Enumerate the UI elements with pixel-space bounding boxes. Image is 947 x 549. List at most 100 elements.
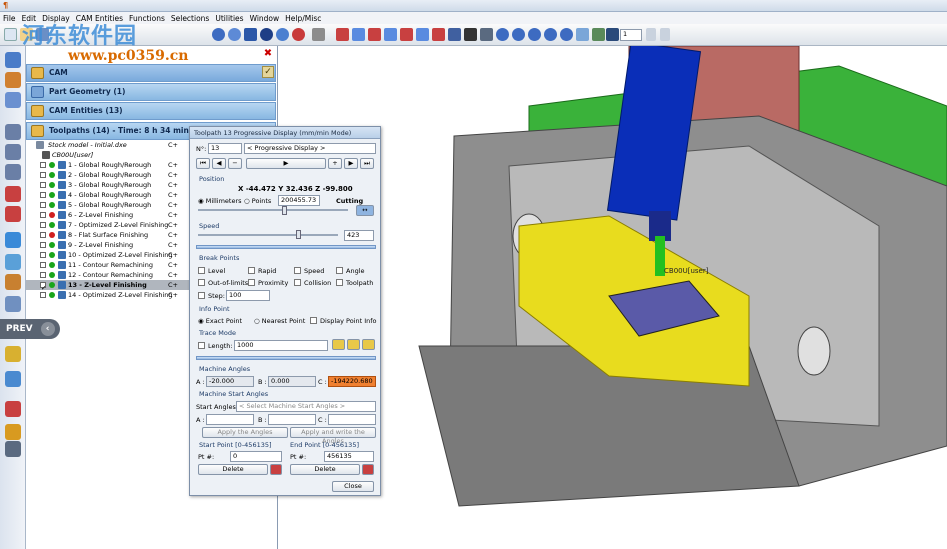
spin-down-button[interactable] — [646, 28, 656, 41]
start-pick-icon[interactable] — [270, 464, 282, 475]
visibility-checkbox[interactable] — [40, 212, 46, 218]
zoom-icon[interactable] — [496, 28, 509, 41]
menu-utilities[interactable]: Utilities — [215, 14, 243, 23]
position-slider-track[interactable] — [198, 209, 348, 211]
toolpath-icon-6[interactable] — [416, 28, 429, 41]
counter-field[interactable]: 1 — [620, 29, 642, 41]
prev-button[interactable]: PREV ‹ — [0, 319, 60, 339]
tool-report-icon[interactable] — [5, 371, 21, 387]
spin-up-button[interactable] — [660, 28, 670, 41]
view-front-icon[interactable] — [244, 28, 257, 41]
tool-simulate-icon[interactable] — [5, 232, 21, 248]
toolpath-icon-2[interactable] — [352, 28, 365, 41]
break-point-checkbox[interactable] — [336, 279, 343, 286]
cam-entities-header[interactable]: CAM Entities (13) — [26, 102, 276, 120]
trace-icon-3[interactable] — [362, 339, 375, 350]
exact-point-radio[interactable]: ◉ Exact Point — [198, 317, 242, 325]
new-file-icon[interactable] — [4, 28, 17, 41]
tool-stock-icon[interactable] — [5, 124, 21, 140]
visibility-checkbox[interactable] — [40, 202, 46, 208]
visibility-checkbox[interactable] — [40, 192, 46, 198]
trace-icon-1[interactable] — [332, 339, 345, 350]
toolpath-icon-8[interactable] — [448, 28, 461, 41]
pan-icon[interactable] — [528, 28, 541, 41]
visibility-checkbox[interactable] — [40, 182, 46, 188]
visibility-checkbox[interactable] — [40, 172, 46, 178]
toolpath-icon-3[interactable] — [368, 28, 381, 41]
tool-entities-icon[interactable] — [5, 72, 21, 88]
play-button[interactable]: ▶ — [246, 158, 326, 169]
visibility-checkbox[interactable] — [40, 292, 46, 298]
menu-window[interactable]: Window — [250, 14, 280, 23]
step-forward-icon[interactable]: ▶ — [344, 158, 358, 169]
toolpath-icon-7[interactable] — [432, 28, 445, 41]
position-slider-thumb[interactable] — [282, 206, 287, 215]
tool-rotate-icon[interactable] — [5, 401, 21, 417]
break-point-checkbox[interactable] — [198, 279, 205, 286]
break-point-checkbox[interactable] — [248, 279, 255, 286]
points-field[interactable]: 200455.73 — [278, 195, 320, 206]
delete-end-button[interactable]: Delete — [290, 464, 360, 475]
apply-angles-button[interactable]: Apply the Angles — [202, 427, 288, 438]
length-checkbox[interactable] — [198, 342, 205, 349]
close-button[interactable]: Close — [332, 481, 374, 492]
fit-icon[interactable] — [560, 28, 573, 41]
tool-help-icon[interactable] — [5, 424, 21, 440]
points-radio[interactable]: ○ Points — [244, 197, 271, 205]
visibility-checkbox[interactable] — [40, 242, 46, 248]
last-icon[interactable]: ⏭ — [360, 158, 374, 169]
menu-file[interactable]: File — [3, 14, 16, 23]
break-point-checkbox[interactable] — [294, 267, 301, 274]
start-pt-field[interactable]: 0 — [230, 451, 282, 462]
speed-slider-track[interactable] — [198, 234, 338, 236]
apply-write-angles-button[interactable]: Apply and write the Angles — [290, 427, 376, 445]
confirm-check-icon[interactable]: ✓ — [262, 66, 274, 78]
speed-field[interactable]: 423 — [344, 230, 374, 241]
trace-icon-2[interactable] — [347, 339, 360, 350]
toolpath-icon-4[interactable] — [384, 28, 397, 41]
toolpath-icon-1[interactable] — [336, 28, 349, 41]
layers-icon[interactable] — [312, 28, 325, 41]
menu-selections[interactable]: Selections — [171, 14, 209, 23]
break-point-checkbox[interactable] — [336, 267, 343, 274]
tool-drill-icon[interactable] — [5, 206, 21, 222]
end-pt-field[interactable]: 456135 — [324, 451, 374, 462]
tool-settings-icon[interactable] — [5, 346, 21, 362]
display-info-checkbox[interactable] — [310, 317, 317, 324]
start-angles-select[interactable]: < Select Machine Start Angles > — [236, 401, 376, 412]
visibility-checkbox[interactable] — [40, 222, 46, 228]
a2-field[interactable] — [206, 414, 254, 425]
tool-print-icon[interactable] — [5, 441, 21, 457]
step-back-icon[interactable]: ◀ — [212, 158, 226, 169]
c2-field[interactable] — [328, 414, 376, 425]
break-point-checkbox[interactable] — [248, 267, 255, 274]
calc-icon[interactable] — [606, 28, 619, 41]
rotate-icon[interactable] — [544, 28, 557, 41]
visibility-checkbox[interactable] — [40, 252, 46, 258]
render-icon[interactable] — [292, 28, 305, 41]
delete-start-button[interactable]: Delete — [198, 464, 268, 475]
tool-geometry-icon[interactable] — [5, 92, 21, 108]
speed-slider-thumb[interactable] — [296, 230, 301, 239]
tool-finish-icon[interactable] — [5, 164, 21, 180]
first-icon[interactable]: ⏮ — [196, 158, 210, 169]
part-geometry-header[interactable]: Part Geometry (1) — [26, 83, 276, 101]
break-point-checkbox[interactable] — [294, 279, 301, 286]
close-panel-icon[interactable]: ✖ — [262, 48, 274, 60]
tool-rough-icon[interactable] — [5, 144, 21, 160]
length-field[interactable]: 1000 — [234, 340, 328, 351]
step-checkbox[interactable] — [198, 292, 205, 299]
cam-header[interactable]: CAM — [26, 64, 276, 82]
tool-remachine-icon[interactable] — [5, 186, 21, 202]
n-field[interactable]: 13 — [208, 143, 242, 154]
break-point-checkbox[interactable] — [198, 267, 205, 274]
tool-post-icon[interactable] — [5, 274, 21, 290]
tool-verify-icon[interactable] — [5, 254, 21, 270]
tool-export-icon[interactable] — [5, 296, 21, 312]
shaded-icon[interactable] — [260, 28, 273, 41]
visibility-checkbox[interactable] — [40, 232, 46, 238]
visibility-checkbox[interactable] — [40, 262, 46, 268]
fit-range-icon[interactable]: ↔ — [356, 205, 374, 216]
visibility-checkbox[interactable] — [40, 272, 46, 278]
simulate-icon[interactable] — [480, 28, 493, 41]
